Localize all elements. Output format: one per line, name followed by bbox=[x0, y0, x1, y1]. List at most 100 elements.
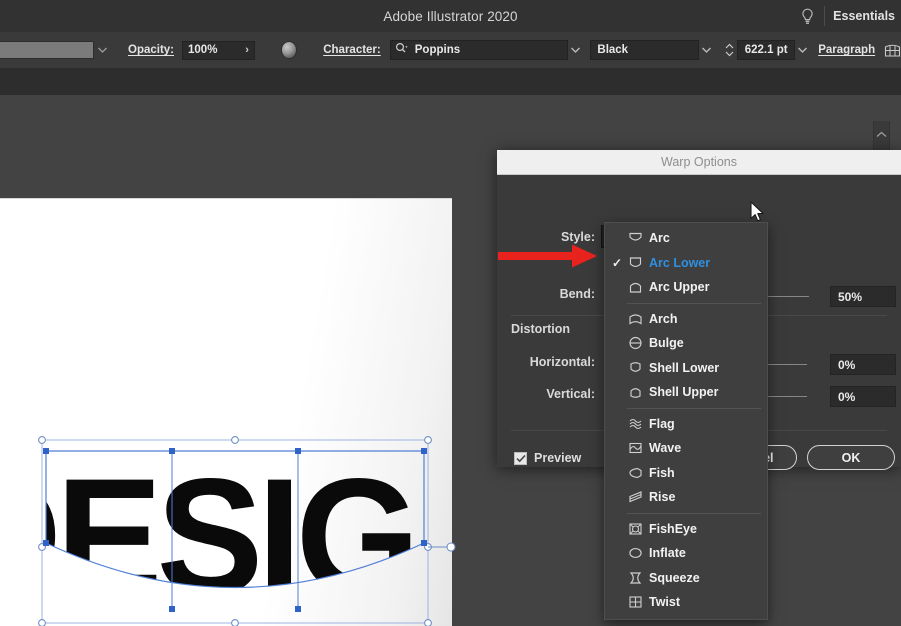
dropdown-item-label: Fish bbox=[649, 465, 675, 480]
dropdown-item-rise[interactable]: Rise bbox=[605, 485, 767, 510]
title-bar-divider bbox=[824, 6, 826, 26]
style-label: Style: bbox=[560, 230, 595, 244]
lightbulb-icon[interactable] bbox=[794, 0, 820, 32]
dropdown-item-label: Rise bbox=[649, 490, 676, 505]
recolor-artwork-icon[interactable] bbox=[280, 41, 298, 59]
horizontal-label: Horizontal: bbox=[529, 355, 595, 369]
control-options-bar: Opacity: 100% › Character: Poppins Black bbox=[0, 32, 901, 69]
dropdown-item-label: Inflate bbox=[649, 546, 686, 561]
dropdown-item-label: Twist bbox=[649, 595, 681, 610]
paragraph-label[interactable]: Paragraph bbox=[818, 44, 875, 56]
dropdown-item-inflate[interactable]: Inflate bbox=[605, 541, 767, 566]
dropdown-item-twist[interactable]: Twist bbox=[605, 590, 767, 615]
arc-upper-icon bbox=[625, 280, 646, 294]
dropdown-item-fish[interactable]: Fish bbox=[605, 461, 767, 486]
distortion-label: Distortion bbox=[511, 322, 571, 336]
scroll-up-arrow-icon[interactable] bbox=[876, 125, 887, 143]
dropdown-item-squeeze[interactable]: Squeeze bbox=[605, 566, 767, 591]
opacity-value: 100% bbox=[188, 44, 218, 56]
chevron-right-icon[interactable]: › bbox=[245, 44, 249, 56]
arc-lower-icon bbox=[625, 256, 646, 270]
font-family-chevron-down-icon[interactable] bbox=[568, 32, 582, 68]
vertical-input[interactable]: 0% bbox=[830, 386, 896, 407]
paragraph-panel-icon[interactable] bbox=[883, 40, 901, 60]
svg-text:DESIGN: DESIGN bbox=[0, 445, 470, 626]
dropdown-item-wave[interactable]: Wave bbox=[605, 436, 767, 461]
dialog-title-bar: Warp Options bbox=[497, 150, 901, 175]
annotation-arrow-icon bbox=[498, 243, 598, 274]
dropdown-item-arch[interactable]: Arch bbox=[605, 307, 767, 332]
dropdown-divider bbox=[627, 512, 761, 514]
opacity-input[interactable]: 100% › bbox=[182, 40, 255, 60]
fisheye-icon bbox=[625, 522, 646, 536]
font-size-value: 622.1 pt bbox=[744, 44, 788, 56]
warped-text-object[interactable]: DESIGN bbox=[0, 420, 470, 626]
font-size-chevron-down-icon[interactable] bbox=[795, 32, 809, 68]
preview-checkbox-row[interactable]: Preview bbox=[514, 451, 581, 465]
font-style-value: Black bbox=[597, 44, 629, 56]
dropdown-item-fisheye[interactable]: FishEye bbox=[605, 517, 767, 542]
horizontal-value: 0% bbox=[838, 357, 856, 372]
mouse-cursor-icon bbox=[750, 201, 766, 228]
shell-lower-icon bbox=[625, 361, 646, 375]
dropdown-item-flag[interactable]: Flag bbox=[605, 412, 767, 437]
stroke-fill-swatch-group[interactable] bbox=[0, 41, 110, 59]
horizontal-input[interactable]: 0% bbox=[830, 354, 896, 375]
workspace-switcher[interactable]: Essentials bbox=[833, 9, 901, 23]
page-title: Adobe Illustrator 2020 bbox=[383, 8, 518, 24]
fish-icon bbox=[625, 466, 646, 480]
dropdown-item-label: Arch bbox=[649, 311, 678, 326]
font-style-chevron-down-icon[interactable] bbox=[699, 32, 713, 68]
dropdown-item-arc-lower[interactable]: ✓ Arc Lower bbox=[605, 251, 767, 276]
ok-button[interactable]: OK bbox=[807, 445, 895, 470]
style-dropdown-menu[interactable]: Arc ✓ Arc Lower Arc Upper Arch Bulge She… bbox=[604, 222, 768, 620]
illustrator-window: Adobe Illustrator 2020 Essentials Opacit… bbox=[0, 0, 901, 626]
dropdown-item-label: Arc Lower bbox=[649, 255, 711, 270]
dropdown-item-label: Shell Upper bbox=[649, 385, 719, 400]
font-size-stepper[interactable] bbox=[724, 43, 735, 57]
dropdown-item-arc[interactable]: Arc bbox=[605, 226, 767, 251]
arc-icon bbox=[625, 231, 646, 245]
squeeze-icon bbox=[625, 571, 646, 585]
dropdown-item-label: Bulge bbox=[649, 336, 684, 351]
bulge-icon bbox=[625, 336, 646, 350]
font-family-value: Poppins bbox=[414, 44, 461, 56]
dropdown-item-arc-upper[interactable]: Arc Upper bbox=[605, 275, 767, 300]
dropdown-item-label: Squeeze bbox=[649, 570, 700, 585]
font-search-icon bbox=[395, 41, 409, 59]
dropdown-divider bbox=[627, 302, 761, 304]
design-letters: DESIGN bbox=[0, 445, 470, 626]
dropdown-item-shell-upper[interactable]: Shell Upper bbox=[605, 380, 767, 405]
dropdown-item-label: Wave bbox=[649, 441, 682, 456]
rise-icon bbox=[625, 490, 646, 504]
character-label[interactable]: Character: bbox=[323, 44, 381, 56]
dialog-title: Warp Options bbox=[661, 155, 737, 169]
title-bar-right-group: Essentials bbox=[794, 0, 901, 32]
application-title-bar: Adobe Illustrator 2020 Essentials bbox=[0, 0, 901, 32]
vertical-value: 0% bbox=[838, 389, 856, 404]
font-style-input[interactable]: Black bbox=[590, 40, 700, 60]
vertical-label: Vertical: bbox=[546, 387, 595, 401]
fill-color-swatch[interactable] bbox=[0, 41, 94, 59]
dropdown-item-label: Arc bbox=[649, 231, 670, 246]
wave-icon bbox=[625, 441, 646, 455]
flag-icon bbox=[625, 417, 646, 431]
dropdown-item-shell-lower[interactable]: Shell Lower bbox=[605, 356, 767, 381]
dropdown-item-label: FishEye bbox=[649, 521, 697, 536]
chevron-down-icon[interactable] bbox=[94, 47, 110, 53]
font-size-input[interactable]: 622.1 pt bbox=[737, 40, 795, 60]
bend-value: 50% bbox=[838, 289, 863, 304]
bend-label: Bend: bbox=[559, 287, 595, 301]
font-family-input[interactable]: Poppins bbox=[389, 40, 569, 60]
dropdown-item-label: Arc Upper bbox=[649, 280, 710, 295]
dropdown-divider bbox=[627, 407, 761, 409]
check-icon: ✓ bbox=[611, 255, 623, 270]
twist-icon bbox=[625, 595, 646, 609]
inflate-icon bbox=[625, 546, 646, 560]
arch-icon bbox=[625, 312, 646, 326]
dropdown-item-bulge[interactable]: Bulge bbox=[605, 331, 767, 356]
dropdown-item-label: Shell Lower bbox=[649, 360, 720, 375]
shell-upper-icon bbox=[625, 385, 646, 399]
preview-checkbox[interactable] bbox=[514, 451, 527, 465]
bend-input[interactable]: 50% bbox=[830, 286, 896, 307]
